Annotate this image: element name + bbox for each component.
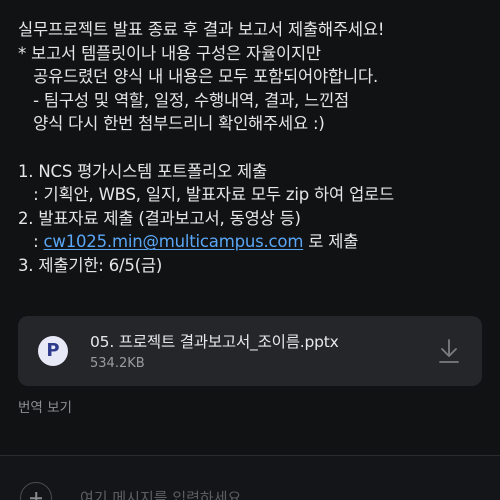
translate-button[interactable]: 번역 보기 <box>18 396 72 416</box>
message-line: : 기획안, WBS, 일지, 발표자료 모두 zip 하여 업로드 <box>18 185 395 205</box>
message-input[interactable] <box>78 486 442 500</box>
message-line: 1. NCS 평가시스템 포트폴리오 제출 <box>18 161 268 181</box>
file-attachment[interactable]: P 05. 프로젝트 결과보고서_조이름.pptx 534.2KB <box>18 316 482 386</box>
email-prefix: : <box>18 232 44 252</box>
message-compose-bar <box>0 456 500 500</box>
download-icon[interactable] <box>438 338 460 364</box>
message-body: 실무프로젝트 발표 종료 후 결과 보고서 제출해주세요! * 보고서 템플릿이… <box>18 18 488 278</box>
presentation-file-icon: P <box>38 336 68 366</box>
email-line: : cw1025.min@multicampus.com 로 제출 <box>18 230 488 254</box>
file-size: 534.2KB <box>90 356 145 371</box>
message-line: - 팀구성 및 역할, 일정, 수행내역, 결과, 느낀점 <box>18 90 350 110</box>
file-name: 05. 프로젝트 결과보고서_조이름.pptx <box>90 333 339 351</box>
message-line: 양식 다시 한번 첨부드리니 확인해주세요 :) <box>18 114 325 134</box>
message-line: 2. 발표자료 제출 (결과보고서, 동영상 등) <box>18 208 301 228</box>
message-line: 공유드렸던 양식 내 내용은 모두 포함되어야합니다. <box>18 67 378 87</box>
message-line: 실무프로젝트 발표 종료 후 결과 보고서 제출해주세요! <box>18 20 385 39</box>
add-attachment-button[interactable] <box>20 482 52 500</box>
message-line: * 보고서 템플릿이나 내용 구성은 자율이지만 <box>18 43 321 63</box>
deadline-line: 3. 제출기한: 6/5(금) <box>18 255 163 275</box>
email-link[interactable]: cw1025.min@multicampus.com <box>44 232 304 251</box>
email-suffix: 로 제출 <box>303 232 359 252</box>
